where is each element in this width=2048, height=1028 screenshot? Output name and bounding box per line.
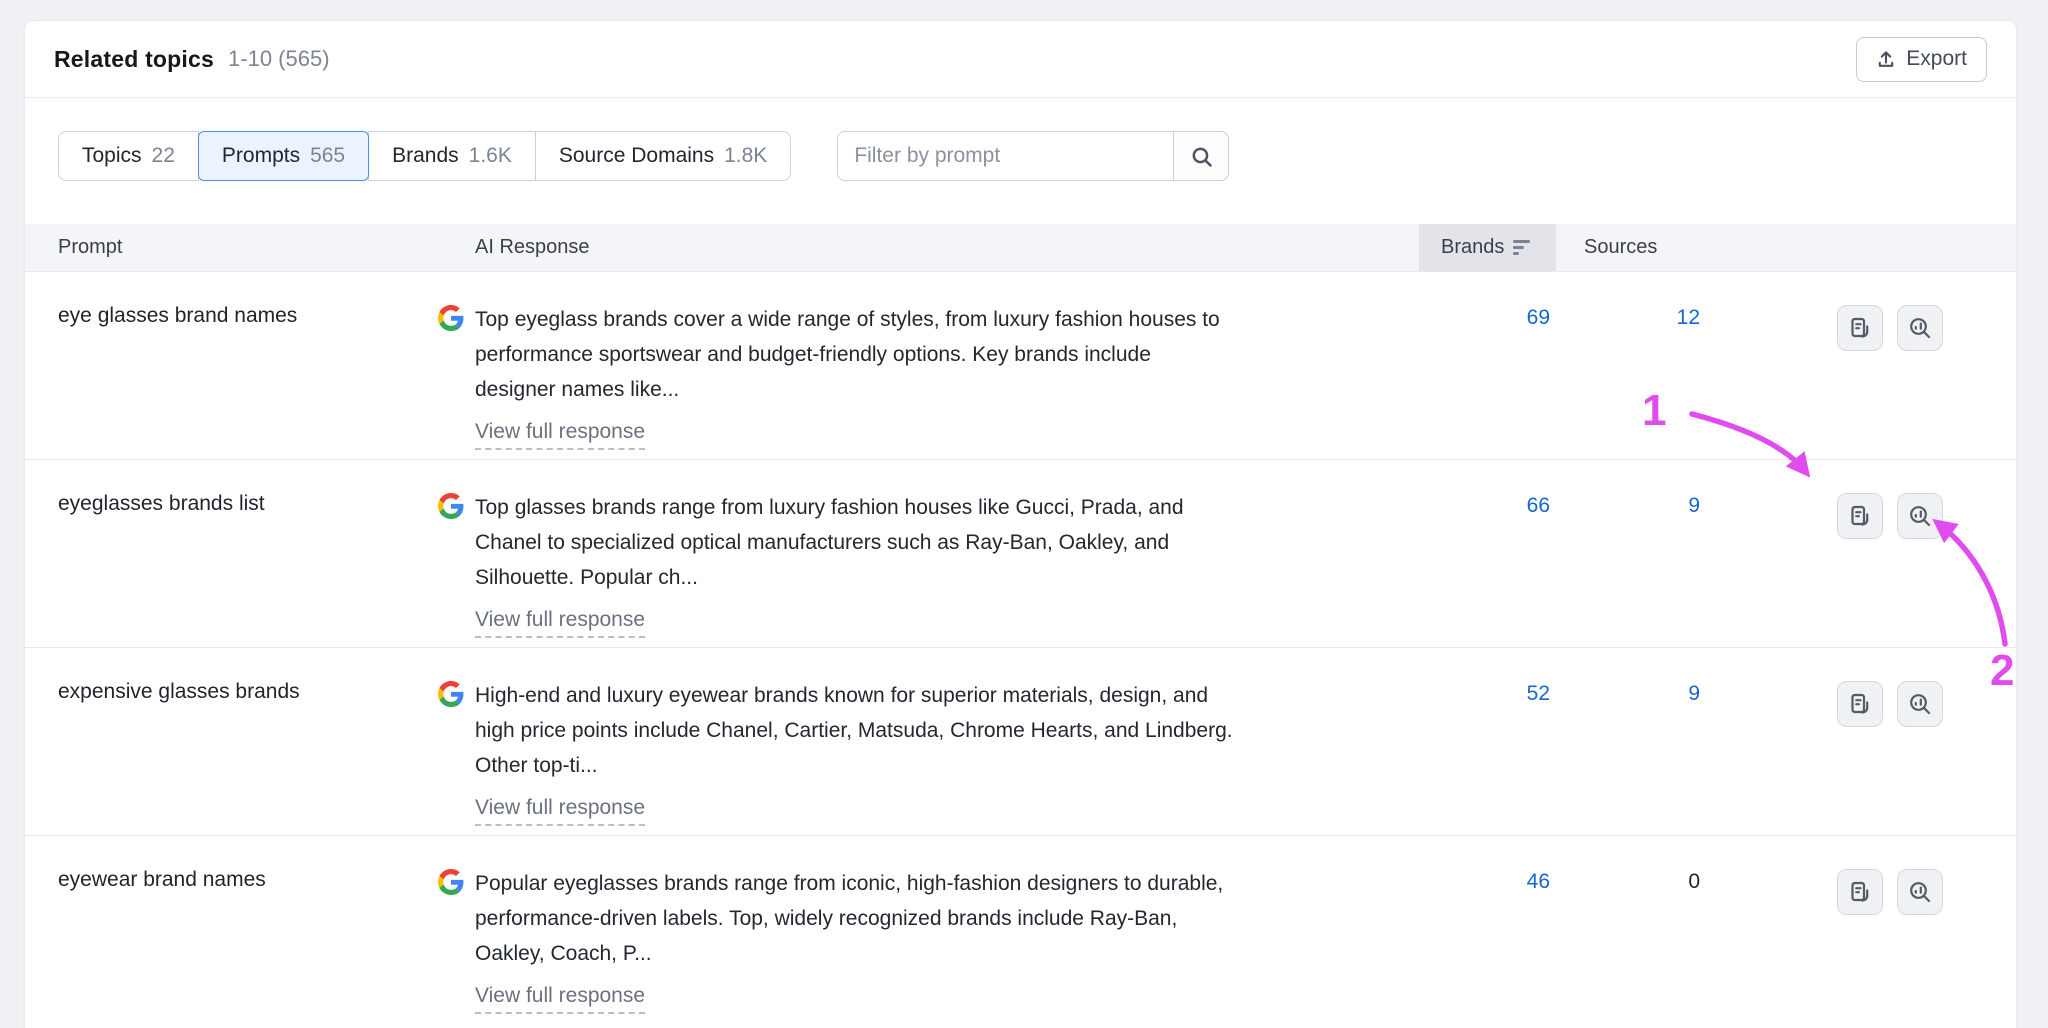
report-document-icon — [1851, 317, 1869, 338]
ai-response-cell: Top eyeglass brands cover a wide range o… — [438, 272, 1419, 459]
tab-group: Topics 22 Prompts 565 Brands 1.6K Source… — [58, 131, 792, 181]
row-actions — [1716, 460, 2016, 647]
ai-response-cell: Top glasses brands range from luxury fas… — [438, 460, 1419, 647]
view-full-response-link[interactable]: View full response — [475, 420, 646, 450]
analyze-prompt-button[interactable] — [1897, 493, 1943, 539]
view-report-button[interactable] — [1837, 869, 1883, 915]
tab-label: Prompts — [221, 144, 301, 167]
magnifier-chart-icon — [1910, 318, 1931, 339]
view-report-button[interactable] — [1837, 305, 1883, 351]
tab-label: Source Domains — [558, 144, 715, 167]
response-line: performance sportswear and budget-friend… — [475, 343, 1151, 366]
related-topics-panel: Related topics 1-10 (565) Export Topics … — [24, 20, 2017, 1028]
brands-count-link[interactable]: 66 — [1527, 494, 1550, 517]
table-row: eye glasses brand names Top eyeglass bra… — [25, 271, 2016, 459]
tab-count: 1.6K — [468, 144, 512, 167]
row-actions — [1716, 648, 2016, 835]
google-logo-icon — [438, 869, 464, 895]
export-button[interactable]: Export — [1856, 36, 1987, 82]
report-document-icon — [1851, 881, 1869, 902]
report-document-icon — [1851, 505, 1869, 526]
tab-count: 1.8K — [724, 144, 768, 167]
row-actions — [1716, 836, 2016, 1028]
search-icon — [1192, 147, 1212, 167]
magnifier-chart-icon — [1910, 506, 1931, 527]
column-label: Brands — [1441, 236, 1505, 258]
tab-source-domains[interactable]: Source Domains 1.8K — [534, 131, 792, 181]
column-header-actions — [1716, 224, 2016, 271]
ai-response-cell: High-end and luxury eyewear brands known… — [438, 648, 1419, 835]
tab-label: Topics — [82, 144, 142, 167]
view-report-button[interactable] — [1837, 493, 1883, 539]
google-logo-icon — [438, 681, 464, 707]
analyze-prompt-button[interactable] — [1897, 305, 1943, 351]
table-row: eyewear brand names Popular eyeglasses b… — [25, 835, 2016, 1028]
prompt-cell: eyewear brand names — [58, 868, 266, 891]
brands-count-link[interactable]: 52 — [1527, 682, 1550, 705]
prompt-cell: eye glasses brand names — [58, 304, 298, 327]
tab-topics[interactable]: Topics 22 — [58, 131, 199, 181]
toolbar: Topics 22 Prompts 565 Brands 1.6K Source… — [25, 131, 2016, 181]
prompts-table: Prompt AI Response Brands Sources eye gl… — [25, 224, 2016, 1028]
column-header-sources[interactable]: Sources — [1556, 224, 1716, 271]
column-header-brands[interactable]: Brands — [1419, 224, 1556, 271]
table-row: expensive glasses brands High-end and lu… — [25, 647, 2016, 835]
response-line: Popular eyeglasses brands range from ico… — [475, 872, 1224, 895]
response-line: High-end and luxury eyewear brands known… — [475, 684, 1209, 707]
response-line: Silhouette. Popular ch... — [475, 566, 698, 589]
upload-icon — [1879, 51, 1894, 67]
view-full-response-link[interactable]: View full response — [475, 984, 646, 1014]
response-line: Chanel to specialized optical manufactur… — [475, 531, 1170, 554]
sources-count-link[interactable]: 9 — [1688, 494, 1700, 517]
tab-count: 565 — [310, 144, 346, 167]
ai-response-cell: Popular eyeglasses brands range from ico… — [438, 836, 1419, 1028]
export-label: Export — [1906, 47, 1967, 70]
view-full-response-link[interactable]: View full response — [475, 608, 646, 638]
result-range: 1-10 (565) — [228, 46, 330, 71]
brands-count-link[interactable]: 46 — [1527, 870, 1550, 893]
tab-label: Brands — [392, 144, 459, 167]
tab-count: 22 — [151, 144, 175, 167]
magnifier-chart-icon — [1910, 694, 1931, 715]
brands-count-link[interactable]: 69 — [1527, 306, 1550, 329]
search-button[interactable] — [1173, 131, 1230, 181]
response-line: high price points include Chanel, Cartie… — [475, 719, 1233, 742]
sources-count-link[interactable]: 12 — [1677, 306, 1700, 329]
sources-count-link[interactable]: 9 — [1688, 682, 1700, 705]
response-line: Top eyeglass brands cover a wide range o… — [475, 308, 1220, 331]
column-label: Sources — [1584, 236, 1658, 258]
response-line: Oakley, Coach, P... — [475, 942, 652, 965]
prompt-cell: eyeglasses brands list — [58, 492, 265, 515]
column-header-ai-response: AI Response — [475, 236, 590, 258]
table-row: eyeglasses brands list Top glasses brand… — [25, 459, 2016, 647]
sort-descending-icon — [1513, 240, 1531, 255]
magnifier-chart-icon — [1910, 882, 1931, 903]
sources-count: 0 — [1688, 870, 1700, 893]
page-title: Related topics — [54, 45, 215, 72]
view-report-button[interactable] — [1837, 681, 1883, 727]
filter-group — [837, 131, 1230, 181]
response-line: Top glasses brands range from luxury fas… — [475, 496, 1184, 519]
prompt-cell: expensive glasses brands — [58, 680, 300, 703]
row-actions — [1716, 272, 2016, 459]
analyze-prompt-button[interactable] — [1897, 681, 1943, 727]
google-logo-icon — [438, 493, 464, 519]
column-header-prompt: Prompt — [58, 236, 123, 258]
tab-prompts[interactable]: Prompts 565 — [197, 131, 370, 181]
view-full-response-link[interactable]: View full response — [475, 796, 646, 826]
analyze-prompt-button[interactable] — [1897, 869, 1943, 915]
table-header: Prompt AI Response Brands Sources — [25, 224, 2016, 271]
report-document-icon — [1851, 693, 1869, 714]
tab-brands[interactable]: Brands 1.6K — [368, 131, 536, 181]
response-line: Other top-ti... — [475, 754, 598, 777]
response-line: performance-driven labels. Top, widely r… — [475, 907, 1178, 930]
response-line: designer names like... — [475, 378, 680, 401]
google-logo-icon — [438, 305, 464, 331]
filter-by-prompt-input[interactable] — [837, 131, 1175, 181]
panel-header: Related topics 1-10 (565) Export — [25, 21, 2016, 98]
